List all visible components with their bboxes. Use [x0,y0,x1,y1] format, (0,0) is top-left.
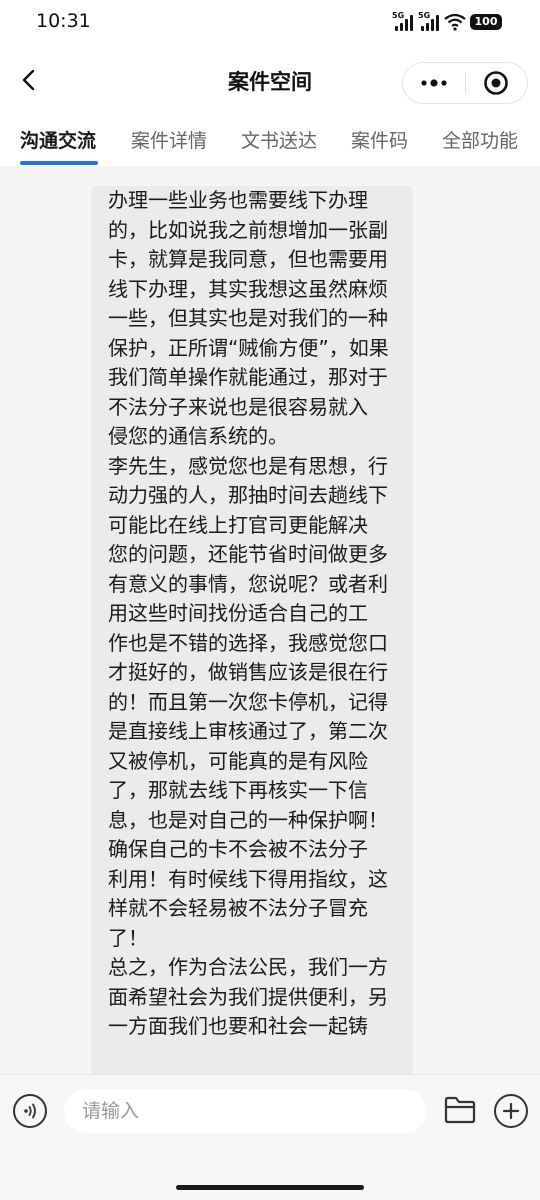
message-bubble: 办理一些业务也需要线下办理 的，比如说我之前想增加一张副 卡，就算是我同意，但也需要… [91,186,413,1074]
message-line: 您的问题，还能节省时间做更多 [108,542,388,566]
message-line: 的！而且第一次您卡停机，记得 [108,689,388,714]
tab-all-functions[interactable]: 全部功能 [442,126,518,153]
signal-5g-icon: 5G [418,11,440,32]
message-line: 确保自己的卡不会被不法分子 [108,837,368,861]
message-line: 利用！有时候线下得用指纹，这 [108,866,388,891]
message-line: 面希望社会为我们提供便利，另 [108,984,388,1009]
tab-case-code[interactable]: 案件码 [351,126,408,153]
target-close-icon [484,71,509,95]
message-line: 是直接线上审核通过了，第二次 [108,719,388,743]
signal-5g-icon: 5G [392,11,414,32]
status-time: 10:31 [36,10,91,32]
status-bar: 10:31 5G 5G 100 [0,0,540,46]
message-line: 又被停机，可能真的是有风险 [108,748,368,773]
nav-bar: 案件空间 [0,46,540,114]
message-line: 办理一些业务也需要线下办理 [108,188,368,212]
message-line: 才挺好的，做销售应该是很在行 [108,660,388,684]
message-line: 一些，但其实也是对我们的一种 [108,306,388,330]
input-bar [0,1074,540,1200]
folder-icon[interactable] [444,1095,476,1125]
status-icons: 5G 5G 100 [392,11,502,32]
message-line: 动力强的人，那抽时间去趟线下 [108,483,388,507]
battery-icon: 100 [470,14,502,30]
message-line: 用这些时间找份适合自己的工 [108,601,368,625]
message-line: 可能比在线上打官司更能解决 [108,512,368,537]
message-line: 了，那就去线下再核实一下信 [108,778,368,802]
message-line: 了！ [108,925,148,950]
message-line: 样就不会轻易被不法分子冒充 [108,896,368,920]
message-line: 息，也是对自己的一种保护啊！ [108,807,388,832]
active-tab-indicator [20,161,98,165]
wifi-icon [444,13,466,31]
signal-2-label: 5G [418,11,431,20]
message-line: 总之，作为合法公民，我们一方 [108,955,388,979]
plus-icon [502,1102,520,1120]
voice-icon [24,1103,36,1119]
message-line: 线下办理，其实我想这虽然麻烦 [108,276,388,301]
message-line: 有意义的事情，您说呢？或者利 [108,571,388,596]
message-line: 作也是不错的选择，我感觉您口 [108,630,388,655]
chat-area[interactable]: 办理一些业务也需要线下办理 的，比如说我之前想增加一张副 卡，就算是我同意，但也需要… [0,166,540,1074]
message-input[interactable] [64,1089,426,1133]
tab-case-details[interactable]: 案件详情 [131,126,207,153]
message-line: 不法分子来说也是很容易就入 [108,394,368,419]
message-line: 侵您的通信系统的。 [108,424,288,448]
message-line: 我们简单操作就能通过，那对于 [108,365,388,389]
close-button[interactable] [465,62,527,104]
tab-document-delivery[interactable]: 文书送达 [241,126,317,153]
message-line: 一方面我们也要和社会一起铸 [108,1014,368,1038]
signal-1-label: 5G [392,11,405,20]
plus-button[interactable] [494,1094,528,1128]
tab-communication[interactable]: 沟通交流 [20,126,96,153]
message-line: 保护，正所谓“贼偷方便”，如果 [108,335,389,360]
message-line: 李先生，感觉您也是有思想，行 [108,453,388,478]
voice-button[interactable] [13,1094,47,1128]
home-indicator [176,1185,364,1190]
message-line: 的，比如说我之前想增加一张副 [108,217,388,242]
more-dots-icon [421,79,447,87]
message-line: 卡，就算是我同意，但也需要用 [108,247,388,271]
more-button[interactable] [403,62,465,104]
tab-bar: 沟通交流 案件详情 文书送达 案件码 全部功能 [0,114,540,166]
mini-program-capsule [402,62,528,104]
message-text: 办理一些业务也需要线下办理 的，比如说我之前想增加一张副 卡，就算是我同意，但也需要… [108,186,403,1042]
